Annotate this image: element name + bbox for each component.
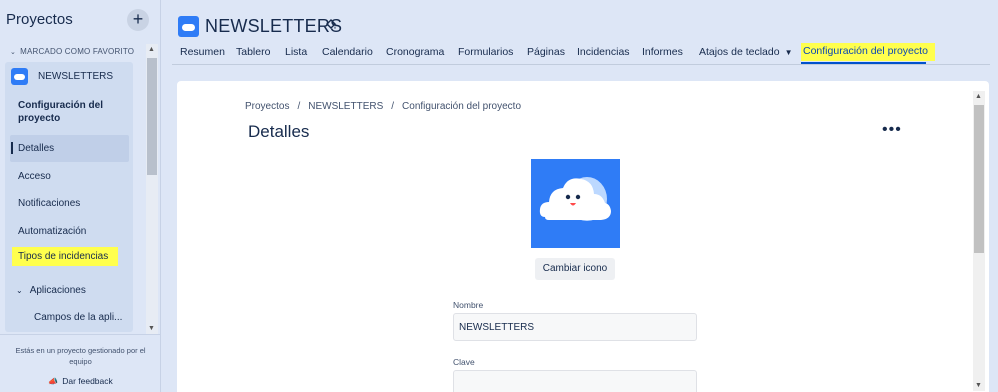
sidebar-scrollbar[interactable]: ▲ ▼ [146,44,158,334]
tab-informes[interactable]: Informes [642,46,683,58]
tab-cronograma[interactable]: Cronograma [386,46,444,58]
tab-configuracion-proyecto[interactable]: Configuración del proyecto [801,43,935,61]
name-label: Nombre [453,300,484,310]
sidebar-scroll-thumb[interactable] [147,58,157,175]
breadcrumb-proyectos[interactable]: Proyectos [245,101,289,112]
team-managed-note: Estás en un proyecto gestionado por el e… [15,346,146,366]
content-scroll-thumb[interactable] [974,105,984,253]
active-indicator [11,142,13,154]
tab-paginas[interactable]: Páginas [527,46,565,58]
project-title: NEWSLETTERS [205,16,343,36]
feedback-button[interactable]: 📣 Dar feedback [0,376,161,386]
breadcrumb-configuracion[interactable]: Configuración del proyecto [402,101,521,112]
change-icon-button[interactable]: Cambiar icono [535,258,615,280]
page-title: Detalles [248,122,310,141]
scroll-up-icon[interactable]: ▲ [975,93,982,100]
chevron-down-icon: ▼ [784,48,793,57]
chevron-down-icon: ⌄ [10,49,17,56]
tab-formularios[interactable]: Formularios [458,46,513,58]
tab-atajos-teclado[interactable]: Atajos de teclado ▼ [699,46,792,58]
sidebar: Proyectos + ⌄ MARCADO COMO FAVORITO NEWSL… [0,0,161,392]
key-label: Clave [453,357,475,367]
cloud-icon [11,67,28,85]
scroll-up-icon[interactable]: ▲ [148,46,155,53]
sidebar-item-detalles[interactable]: Detalles [18,143,54,154]
tab-resumen[interactable]: Resumen [180,46,225,58]
sidebar-item-tipos-incidencias[interactable]: Tipos de incidencias [12,247,119,266]
breadcrumb-newsletters[interactable]: NEWSLETTERS [308,101,383,112]
chevron-down-icon: ⌄ [16,286,23,295]
sidebar-group-aplicaciones[interactable]: ⌄ Aplicaciones [16,285,86,296]
content-scrollbar[interactable]: ▲ ▼ [973,91,985,391]
scroll-down-icon[interactable]: ▼ [975,382,982,389]
breadcrumb-sep: / [391,101,395,112]
feedback-label: Dar feedback [62,376,113,386]
sidebar-footer: Estás en un proyecto gestionado por el e… [0,334,161,392]
sidebar-group-aplicaciones-label: Aplicaciones [29,285,86,296]
key-field[interactable] [453,370,697,392]
project-avatar-cloud-icon [531,159,620,248]
tab-tablero[interactable]: Tablero [236,46,270,58]
details-panel: Proyectos / NEWSLETTERS / Configuración del … [177,81,989,392]
sidebar-item-notificaciones[interactable]: Notificaciones [18,198,80,209]
scroll-down-icon[interactable]: ▼ [148,325,155,332]
more-actions-button[interactable]: ••• [882,121,902,139]
sidebar-title: Proyectos [6,11,73,28]
add-project-button[interactable]: + [127,9,149,31]
sidebar-item-campos-aplicacion[interactable]: Campos de la apli... [34,312,122,323]
favorites-header[interactable]: ⌄ MARCADO COMO FAVORITO [10,47,134,56]
sidebar-project-name: NEWSLETTERS [38,70,114,82]
sidebar-item-tipos-incidencias-label: Tipos de incidencias [12,247,119,266]
paint-bucket-icon[interactable] [325,19,337,34]
tab-incidencias[interactable]: Incidencias [577,46,630,58]
sidebar-scroll-area[interactable]: ⌄ MARCADO COMO FAVORITO NEWSLETTERS Confi… [0,40,161,333]
plus-icon: + [132,9,144,29]
sidebar-item-acceso[interactable]: Acceso [18,171,51,182]
project-nav-tabs: Resumen Tablero Lista Calendario Cronogr… [172,42,990,65]
sidebar-project-newsletters[interactable]: NEWSLETTERS [5,64,113,88]
name-field[interactable] [453,313,697,341]
tab-lista[interactable]: Lista [285,46,307,58]
project-cloud-icon [178,16,199,37]
settings-section-title: Configuración del proyecto [18,100,103,124]
more-icon: ••• [882,121,902,138]
favorites-label: MARCADO COMO FAVORITO [20,47,135,56]
sidebar-item-automatizacion[interactable]: Automatización [18,226,86,237]
breadcrumb: Proyectos / NEWSLETTERS / Configuración del … [245,101,521,112]
tab-calendario[interactable]: Calendario [322,46,373,58]
active-tab-underline [801,62,926,64]
breadcrumb-sep: / [297,101,301,112]
tab-atajos-label: Atajos de teclado [699,46,780,58]
megaphone-icon: 📣 [48,377,59,386]
